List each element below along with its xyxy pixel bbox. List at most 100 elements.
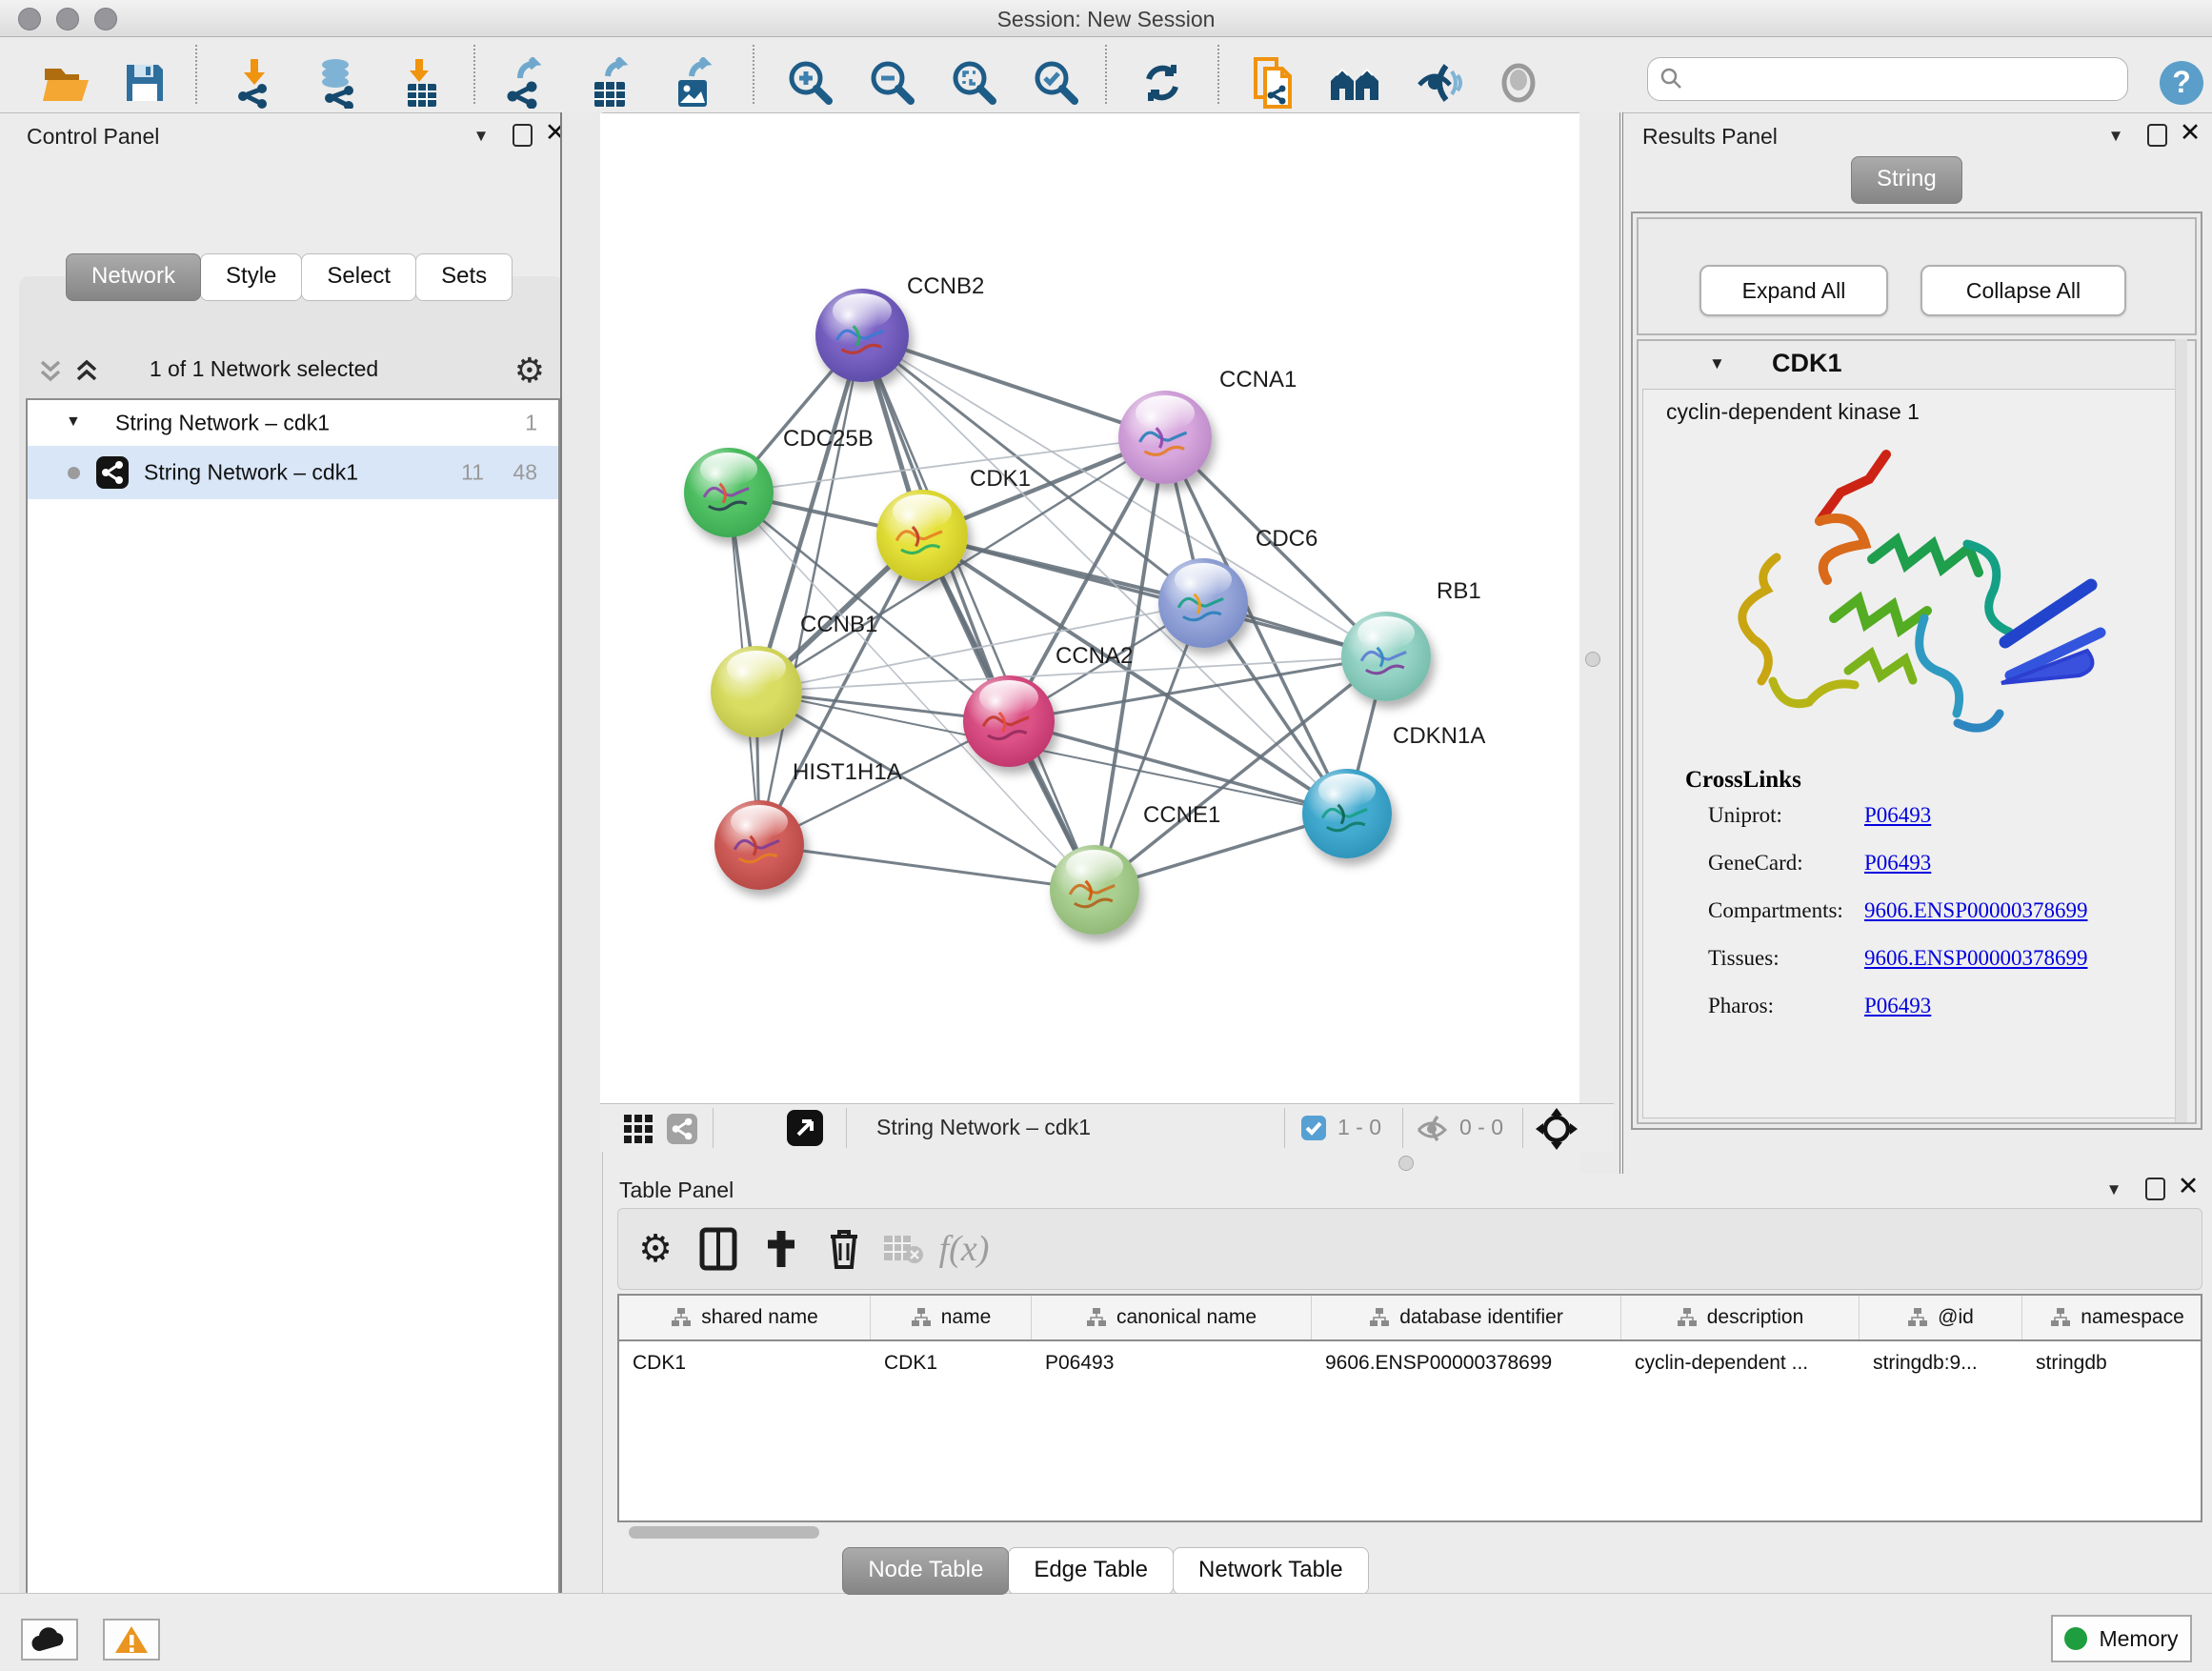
- collapse-all-button[interactable]: Collapse All: [1920, 265, 2126, 316]
- entry-collapse-icon[interactable]: ▼: [1709, 354, 1725, 373]
- network-options-gear-icon[interactable]: ⚙: [514, 351, 545, 391]
- crosslink-link[interactable]: 9606.ENSP00000378699: [1864, 898, 2088, 923]
- network-row-selected[interactable]: String Network – cdk1 11 48: [28, 446, 558, 499]
- crosslink-link[interactable]: P06493: [1864, 803, 1931, 828]
- collapse-panel-icon[interactable]: ▼: [2101, 122, 2130, 151]
- delete-column-icon[interactable]: [818, 1222, 870, 1276]
- gene-entry-header[interactable]: ▼ CDK1: [1639, 341, 2195, 387]
- selected-checkbox-icon[interactable]: [1301, 1116, 1326, 1140]
- tab-node-table[interactable]: Node Table: [842, 1547, 1009, 1595]
- table-horizontal-scrollbar[interactable]: [629, 1526, 819, 1539]
- birds-eye-view-icon[interactable]: [787, 1110, 823, 1146]
- splitter-handle[interactable]: [1585, 652, 1600, 667]
- node-CCNB2[interactable]: [815, 289, 909, 382]
- table-settings-gear-icon[interactable]: ⚙: [630, 1222, 681, 1276]
- node-CDC25B[interactable]: [684, 448, 774, 537]
- import-network-database-button[interactable]: [309, 56, 362, 110]
- cloud-status-button[interactable]: [21, 1619, 78, 1661]
- update-network-button[interactable]: [1136, 56, 1189, 110]
- network-share-view-icon[interactable]: [667, 1114, 697, 1144]
- network-collection-row[interactable]: ▼ String Network – cdk1 1: [28, 400, 558, 446]
- column-header-database-identifier[interactable]: database identifier: [1312, 1296, 1621, 1339]
- results-panel-body: Expand All Collapse All ▼ CDK1 cyclin-de…: [1631, 211, 2202, 1130]
- export-image-button[interactable]: [668, 56, 721, 110]
- close-panel-icon[interactable]: ✕: [2174, 1172, 2202, 1200]
- float-panel-icon[interactable]: [2147, 124, 2167, 147]
- node-CCNA1[interactable]: [1118, 391, 1212, 484]
- column-header--id[interactable]: @id: [1860, 1296, 2022, 1339]
- show-graphics-details-button[interactable]: [1492, 56, 1545, 110]
- crosslink-link[interactable]: P06493: [1864, 994, 1931, 1018]
- control-panel: Control Panel ▼ ✕ NetworkStyleSelectSets…: [0, 112, 560, 1593]
- tab-string[interactable]: String: [1851, 156, 1962, 204]
- tab-edge-table[interactable]: Edge Table: [1008, 1547, 1174, 1595]
- export-network-button[interactable]: [500, 56, 553, 110]
- open-session-button[interactable]: [40, 56, 93, 110]
- hidden-eye-icon[interactable]: [1416, 1114, 1448, 1142]
- svg-text:?: ?: [2172, 65, 2191, 99]
- crosshair-icon[interactable]: [1536, 1108, 1578, 1150]
- hide-selected-button[interactable]: [1412, 56, 1465, 110]
- toolbar-separator: [195, 45, 197, 104]
- node-CCNA2[interactable]: [963, 675, 1055, 767]
- tab-network-table[interactable]: Network Table: [1173, 1547, 1369, 1595]
- function-builder-icon[interactable]: f(x): [938, 1222, 990, 1276]
- search-input[interactable]: [1690, 62, 2113, 94]
- first-neighbors-button[interactable]: [1328, 56, 1381, 110]
- string-network-icon: [96, 456, 129, 489]
- warnings-button[interactable]: [103, 1619, 160, 1661]
- zoom-fit-button[interactable]: [948, 56, 1001, 110]
- network-canvas[interactable]: CCNB2CCNA1CDC25BCDK1CDC6RB1CCNB1CCNA2CDK…: [600, 113, 1579, 1103]
- results-scrollbar[interactable]: [2175, 339, 2187, 1122]
- zoom-selected-button[interactable]: [1030, 56, 1083, 110]
- hidden-counter: 0 - 0: [1459, 1115, 1503, 1140]
- node-HIST1H1A[interactable]: [714, 800, 804, 890]
- tab-select[interactable]: Select: [301, 253, 416, 301]
- search-icon: [1659, 67, 1684, 91]
- splitter-handle[interactable]: [1398, 1156, 1414, 1171]
- copy-network-button[interactable]: [1246, 56, 1299, 110]
- float-panel-icon[interactable]: [513, 124, 533, 147]
- grid-view-icon[interactable]: [623, 1114, 654, 1144]
- view-toolbar-separator: [1284, 1108, 1285, 1148]
- import-table-file-button[interactable]: [395, 56, 449, 110]
- column-header-shared-name[interactable]: shared name: [619, 1296, 871, 1339]
- column-header-name[interactable]: name: [871, 1296, 1032, 1339]
- table-row[interactable]: CDK1CDK1P064939606.ENSP00000378699cyclin…: [619, 1341, 2201, 1385]
- delete-table-icon[interactable]: [877, 1222, 929, 1276]
- node-CDC6[interactable]: [1158, 558, 1248, 648]
- column-header-namespace[interactable]: namespace: [2022, 1296, 2202, 1339]
- column-header-description[interactable]: description: [1621, 1296, 1860, 1339]
- memory-button[interactable]: Memory: [2051, 1615, 2192, 1662]
- tab-style[interactable]: Style: [200, 253, 302, 301]
- protein-thumbnail: [1316, 794, 1378, 838]
- crosslink-link[interactable]: 9606.ENSP00000378699: [1864, 946, 2088, 971]
- float-panel-icon[interactable]: [2145, 1178, 2165, 1200]
- zoom-out-button[interactable]: [866, 56, 919, 110]
- crosslink-link[interactable]: P06493: [1864, 851, 1931, 876]
- zoom-in-button[interactable]: [784, 56, 837, 110]
- edge-CDK1-RB1: [922, 535, 1386, 656]
- column-header-canonical-name[interactable]: canonical name: [1032, 1296, 1312, 1339]
- tab-sets[interactable]: Sets: [415, 253, 513, 301]
- crosslink-row: Pharos:P06493: [1643, 984, 2179, 1032]
- close-panel-icon[interactable]: ✕: [2176, 118, 2204, 147]
- create-column-icon[interactable]: [755, 1222, 807, 1276]
- tree-expand-icon[interactable]: ▼: [66, 413, 81, 431]
- help-button[interactable]: ?: [2155, 56, 2208, 110]
- show-columns-icon[interactable]: [693, 1222, 744, 1276]
- collapse-panel-icon[interactable]: ▼: [2100, 1176, 2128, 1204]
- node-RB1[interactable]: [1341, 612, 1431, 701]
- export-table-button[interactable]: [584, 56, 637, 110]
- expand-all-button[interactable]: Expand All: [1699, 265, 1888, 316]
- tab-network[interactable]: Network: [66, 253, 201, 301]
- node-CCNE1[interactable]: [1050, 845, 1139, 935]
- left-splitter[interactable]: [560, 112, 603, 1593]
- node-CDKN1A[interactable]: [1302, 769, 1392, 858]
- node-CCNB1[interactable]: [711, 646, 802, 737]
- right-splitter[interactable]: [1579, 112, 1623, 1174]
- save-session-button[interactable]: [118, 56, 171, 110]
- node-CDK1[interactable]: [876, 490, 968, 581]
- collapse-panel-icon[interactable]: ▼: [467, 122, 495, 151]
- import-network-file-button[interactable]: [229, 56, 282, 110]
